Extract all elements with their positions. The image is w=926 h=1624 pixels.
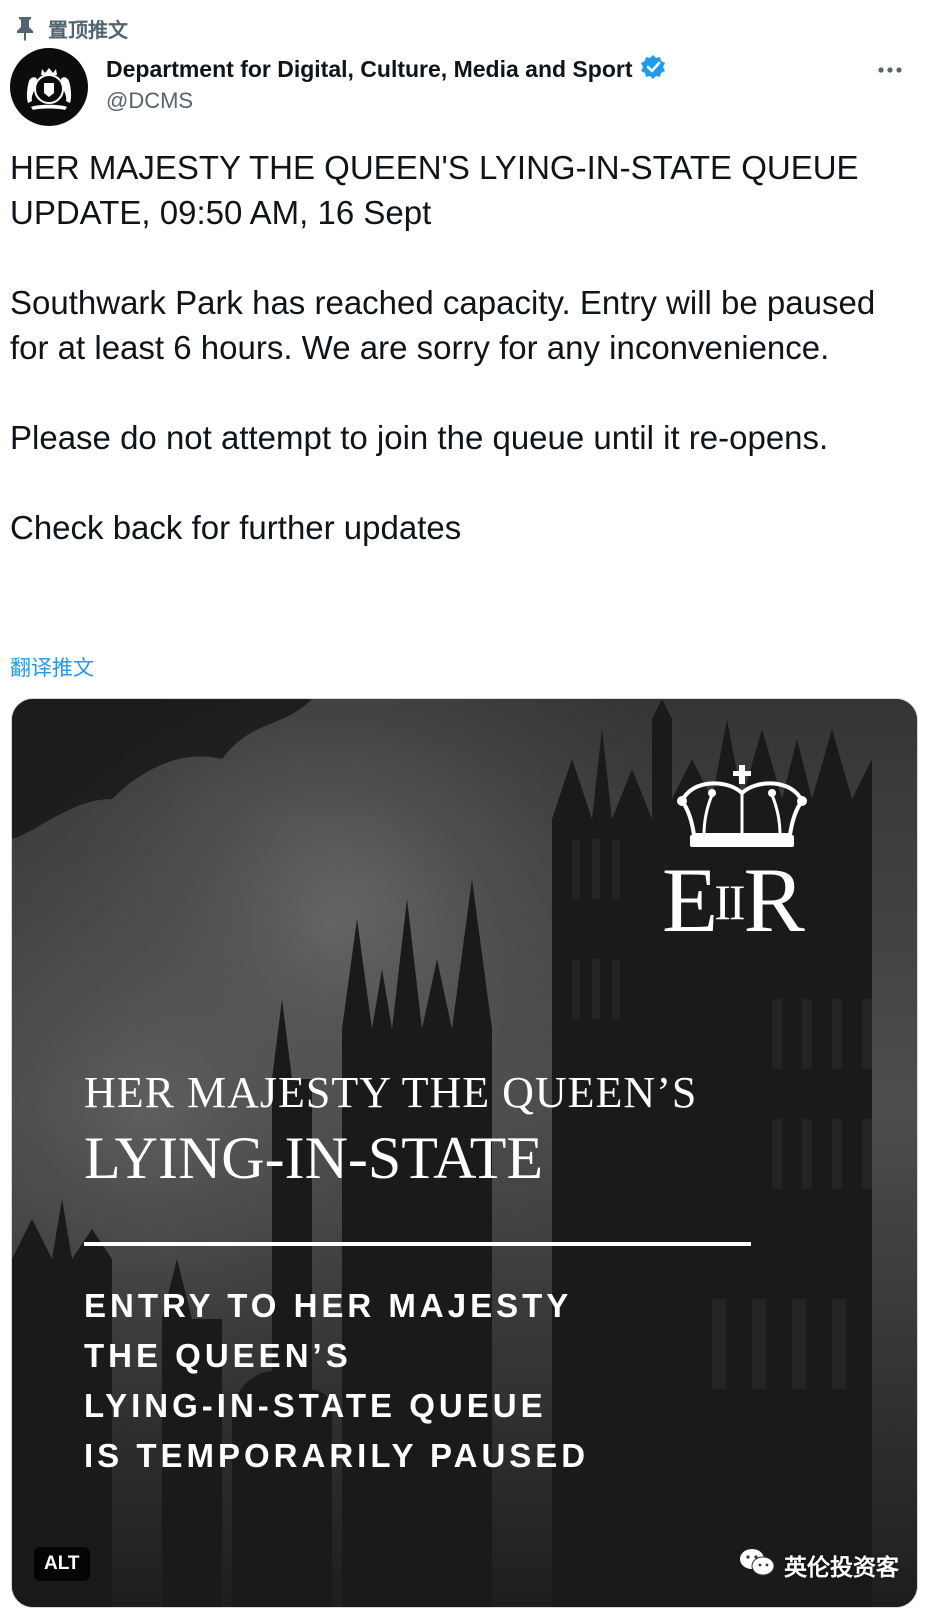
crown-icon [677,765,807,847]
coat-of-arms-icon [26,68,72,110]
image-title-line2: LYING-IN-STATE [84,1125,544,1191]
tweet-media-image[interactable]: EIIR HER MAJESTY THE QUEEN’S LYING-IN-ST… [11,698,918,1608]
watermark: 英伦投资客 [738,1547,899,1582]
image-divider [84,1242,751,1246]
author-name[interactable]: Department for Digital, Culture, Media a… [106,56,632,83]
cypher-e: E [662,849,718,951]
tweet-paragraph: Please do not attempt to join the queue … [10,419,829,456]
alt-text-button[interactable]: ALT [34,1547,90,1581]
more-options-icon[interactable] [872,58,908,82]
tweet-author: Department for Digital, Culture, Media a… [106,52,666,114]
image-notice-line: ENTRY TO HER MAJESTY [84,1287,573,1324]
image-notice-line: LYING-IN-STATE QUEUE [84,1387,547,1424]
pinned-indicator: 置顶推文 [14,14,128,42]
pinned-label: 置顶推文 [48,19,128,42]
watermark-text: 英伦投资客 [784,1553,899,1580]
image-notice: ENTRY TO HER MAJESTY THE QUEEN’S LYING-I… [84,1281,589,1481]
cypher-r: R [743,849,805,951]
verified-badge-icon [640,54,666,85]
translate-tweet-link[interactable]: 翻译推文 [10,652,94,682]
tweet-text: HER MAJESTY THE QUEEN'S LYING-IN-STATE Q… [10,145,910,550]
image-notice-line: IS TEMPORARILY PAUSED [84,1437,590,1474]
wechat-icon [738,1547,776,1582]
image-notice-line: THE QUEEN’S [84,1337,352,1374]
royal-cypher: EIIR [662,854,805,946]
author-handle[interactable]: @DCMS [106,88,666,114]
tweet-paragraph: HER MAJESTY THE QUEEN'S LYING-IN-STATE Q… [10,149,859,231]
cypher-ii: II [714,874,745,930]
tweet-paragraph: Check back for further updates [10,509,462,546]
avatar[interactable] [10,48,88,126]
tweet-paragraph: Southwark Park has reached capacity. Ent… [10,284,876,366]
image-title-line1: HER MAJESTY THE QUEEN’S [84,1068,698,1117]
pin-icon [14,15,36,41]
